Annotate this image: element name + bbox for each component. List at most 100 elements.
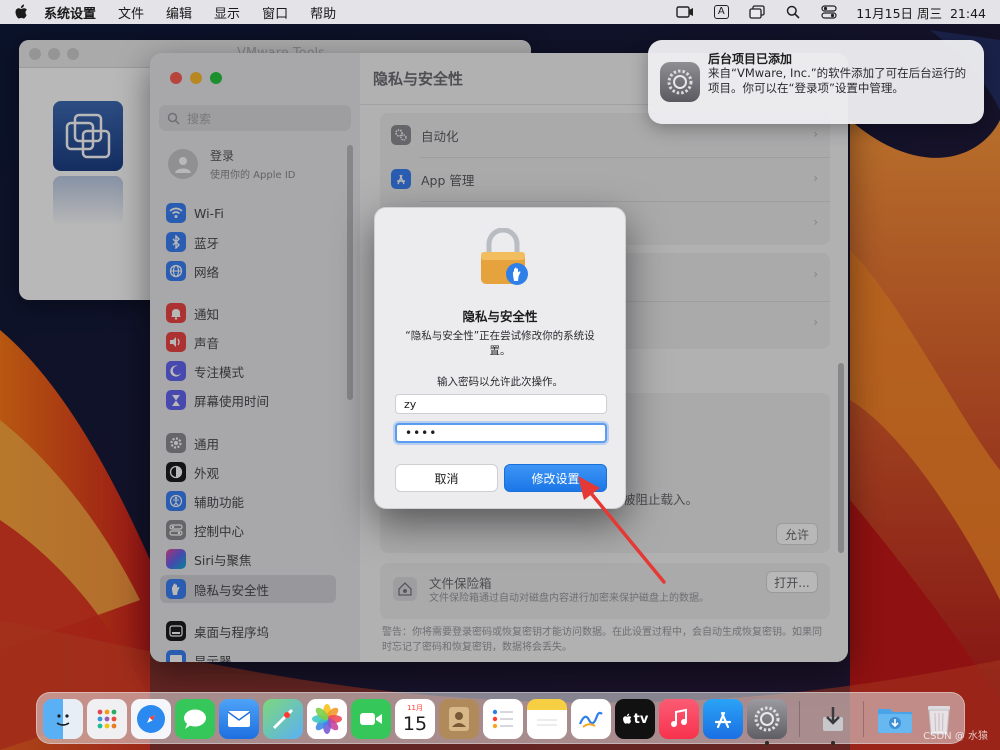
- menu-edit[interactable]: 编辑: [166, 3, 192, 22]
- launchpad-icon[interactable]: [87, 699, 127, 739]
- sidebar-item-control-center[interactable]: 控制中心: [160, 516, 336, 544]
- menubar-clock[interactable]: 11月15日 周三 21:44: [856, 3, 986, 22]
- mission-control-icon[interactable]: [748, 5, 766, 19]
- search-input[interactable]: 搜索: [159, 105, 351, 131]
- minimize-button[interactable]: [48, 48, 60, 60]
- menu-file[interactable]: 文件: [118, 3, 144, 22]
- sidebar-item-label: 通用: [194, 436, 220, 452]
- sidebar-item-label: 外观: [194, 465, 220, 481]
- contacts-icon[interactable]: [439, 699, 479, 739]
- calendar-month: 11月: [407, 703, 423, 712]
- sidebar-item-displays[interactable]: 显示器: [160, 646, 336, 662]
- filevault-description: 文件保险箱通过自动对磁盘内容进行加密来保护磁盘上的数据。: [429, 593, 709, 604]
- cancel-button[interactable]: 取消: [395, 464, 498, 492]
- menu-help[interactable]: 帮助: [310, 3, 336, 22]
- downloads-folder-icon[interactable]: [875, 699, 915, 739]
- sidebar-item-label: 通知: [194, 306, 220, 322]
- system-settings-icon: [660, 62, 700, 102]
- safari-icon[interactable]: [131, 699, 171, 739]
- notification-body: 来自“VMware, Inc.”的软件添加了可在后台运行的项目。你可以在“登录项…: [708, 66, 967, 95]
- bell-icon: [166, 303, 186, 323]
- dock: 11月 15 tv: [36, 692, 965, 745]
- screen-record-icon[interactable]: [676, 5, 694, 19]
- sidebar-item-bluetooth[interactable]: 蓝牙: [160, 228, 336, 256]
- row-label: 自动化: [421, 128, 459, 144]
- sidebar-item-label: 声音: [194, 335, 220, 351]
- sidebar-item-general[interactable]: 通用: [160, 429, 336, 457]
- sidebar-item-label: 隐私与安全性: [194, 582, 270, 598]
- menu-window[interactable]: 窗口: [262, 3, 288, 22]
- music-icon[interactable]: [659, 699, 699, 739]
- chevron-right-icon: ›: [813, 215, 818, 229]
- moon-icon: [166, 361, 186, 381]
- wifi-icon: [166, 203, 186, 223]
- filevault-title: 文件保险箱: [429, 576, 492, 591]
- sidebar-item-label: 专注模式: [194, 364, 245, 380]
- speaker-icon: [166, 332, 186, 352]
- menu-app-name[interactable]: 系统设置: [44, 3, 96, 22]
- sidebar-item-label: 桌面与程序坞: [194, 624, 270, 640]
- content-scrollbar[interactable]: [838, 363, 844, 553]
- control-center-icon[interactable]: [820, 5, 838, 19]
- system-settings-icon[interactable]: [747, 699, 787, 739]
- apple-id-login[interactable]: 登录 使用你的 Apple ID: [168, 147, 295, 181]
- menu-view[interactable]: 显示: [214, 3, 240, 22]
- reminders-icon[interactable]: [483, 699, 523, 739]
- sidebar-item-network[interactable]: 网络: [160, 257, 336, 285]
- settings-sidebar: 搜索 登录 使用你的 Apple ID Wi-Fi 蓝牙 网络 通知 声音 专注…: [150, 53, 360, 662]
- spotlight-search-icon[interactable]: [784, 5, 802, 19]
- sidebar-item-label: 网络: [194, 264, 220, 280]
- messages-icon[interactable]: [175, 699, 215, 739]
- sidebar-item-screen-time[interactable]: 屏幕使用时间: [160, 386, 336, 414]
- zoom-button[interactable]: [210, 72, 222, 84]
- sidebar-item-appearance[interactable]: 外观: [160, 458, 336, 486]
- search-placeholder: 搜索: [187, 111, 212, 126]
- notes-icon[interactable]: [527, 699, 567, 739]
- sidebar-item-desktop-dock[interactable]: 桌面与程序坞: [160, 617, 336, 645]
- installer-icon[interactable]: [813, 699, 853, 739]
- photos-icon[interactable]: [307, 699, 347, 739]
- freeform-icon[interactable]: [571, 699, 611, 739]
- calendar-day: 15: [402, 712, 428, 735]
- username-field[interactable]: zy: [395, 394, 607, 414]
- lock-icon: [481, 228, 528, 285]
- sidebar-item-wifi[interactable]: Wi-Fi: [160, 199, 336, 227]
- sidebar-item-siri[interactable]: Siri与聚焦: [160, 545, 336, 573]
- notification-banner[interactable]: 后台项目已添加 来自“VMware, Inc.”的软件添加了可在后台运行的项目。…: [648, 40, 984, 124]
- chevron-right-icon: ›: [813, 171, 818, 185]
- siri-icon: [166, 549, 186, 569]
- maps-icon[interactable]: [263, 699, 303, 739]
- close-button[interactable]: [170, 72, 182, 84]
- input-method-icon[interactable]: A: [712, 5, 730, 19]
- sidebar-item-notifications[interactable]: 通知: [160, 299, 336, 327]
- house-lock-icon: [393, 577, 417, 601]
- password-field[interactable]: ••••: [395, 423, 607, 443]
- hourglass-icon: [166, 390, 186, 410]
- hand-icon: [166, 579, 186, 599]
- vmware-logo-reflection: [53, 176, 123, 226]
- appearance-icon: [166, 462, 186, 482]
- mail-icon[interactable]: [219, 699, 259, 739]
- calendar-icon[interactable]: 11月 15: [395, 699, 435, 739]
- zoom-button[interactable]: [67, 48, 79, 60]
- allow-button[interactable]: 允许: [776, 523, 818, 545]
- filevault-open-button[interactable]: 打开...: [766, 571, 818, 593]
- row-app-management[interactable]: App 管理 ›: [380, 157, 830, 201]
- bluetooth-icon: [166, 232, 186, 252]
- sidebar-item-privacy-security[interactable]: 隐私与安全性: [160, 575, 336, 603]
- sidebar-item-accessibility[interactable]: 辅助功能: [160, 487, 336, 515]
- dialog-message: “隐私与安全性”正在尝试修改你的系统设置。: [405, 330, 595, 357]
- apple-logo-icon[interactable]: [14, 4, 30, 20]
- minimize-button[interactable]: [190, 72, 202, 84]
- watermark: CSDN @ 水猿: [923, 731, 988, 742]
- row-label: App 管理: [421, 172, 475, 188]
- close-button[interactable]: [29, 48, 41, 60]
- finder-icon[interactable]: [43, 699, 83, 739]
- facetime-icon[interactable]: [351, 699, 391, 739]
- app-store-icon[interactable]: [703, 699, 743, 739]
- sidebar-item-label: 控制中心: [194, 523, 245, 539]
- sidebar-scrollbar[interactable]: [347, 145, 353, 400]
- sidebar-item-focus[interactable]: 专注模式: [160, 357, 336, 385]
- sidebar-item-sound[interactable]: 声音: [160, 328, 336, 356]
- apple-tv-icon[interactable]: tv: [615, 699, 655, 739]
